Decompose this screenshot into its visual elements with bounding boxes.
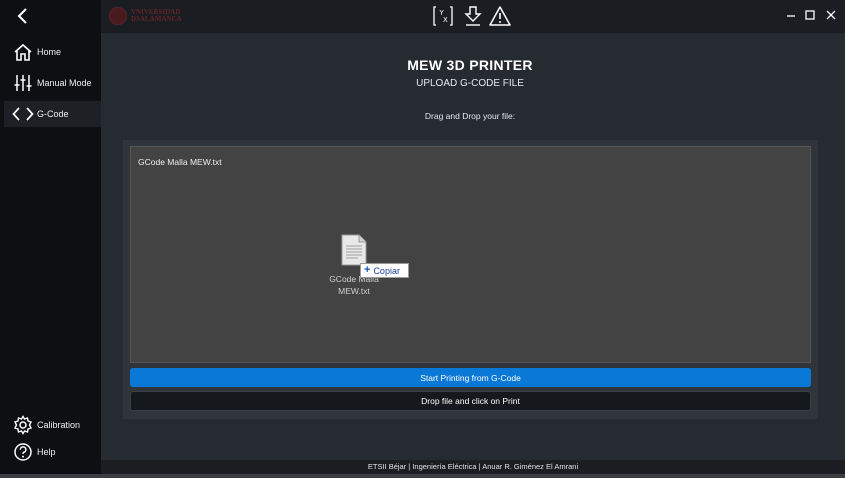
sliders-icon xyxy=(11,73,35,93)
drop-instructions: Drag and Drop your file: xyxy=(424,111,516,121)
copy-tooltip-label: Copiar xyxy=(373,265,400,276)
text-file-icon[interactable] xyxy=(341,234,367,266)
sidebar-item-g-code[interactable]: G-Code xyxy=(4,101,101,127)
sidebar-item-label: Help xyxy=(37,447,56,457)
sidebar-item-help[interactable]: Help xyxy=(4,439,101,465)
download-icon[interactable] xyxy=(462,5,484,27)
sidebar-item-calibration[interactable]: Calibration xyxy=(4,412,101,438)
window-bottom-edge xyxy=(0,474,845,478)
page-subtitle: UPLOAD G-CODE FILE xyxy=(416,78,524,89)
loaded-filename: GCode Malla MEW.txt xyxy=(138,157,222,167)
back-chevron-icon[interactable] xyxy=(13,6,33,26)
minimize-button[interactable] xyxy=(784,8,798,22)
sidebar-item-label: Manual Mode xyxy=(37,78,92,88)
clear-axis-icon[interactable]: Y X xyxy=(432,5,454,27)
plus-icon: + xyxy=(364,264,371,276)
print-status-button[interactable]: Drop file and click on Print xyxy=(130,391,811,411)
page-title: MEW 3D PRINTER xyxy=(407,57,533,73)
code-icon xyxy=(11,104,35,124)
gear-icon xyxy=(11,415,35,435)
main-content: MEW 3D PRINTER UPLOAD G-CODE FILE Drag a… xyxy=(101,33,845,460)
warning-icon[interactable] xyxy=(489,5,511,27)
logo-text-line2: DSALAMANCA xyxy=(131,15,182,23)
sidebar-item-label: G-Code xyxy=(37,109,69,119)
sidebar-item-home[interactable]: Home xyxy=(4,39,101,65)
footer-credits: ETSII Béjar | Ingeniería Eléctrica | Anu… xyxy=(101,460,845,474)
sidebar-item-label: Home xyxy=(37,47,62,57)
close-button[interactable] xyxy=(824,8,838,22)
sidebar-item-manual-mode[interactable]: Manual Mode xyxy=(4,70,101,96)
file-dropzone[interactable]: GCode Malla MEW.txt GCode Malla MEW.txt … xyxy=(130,146,811,363)
svg-text:X: X xyxy=(443,16,448,24)
help-icon xyxy=(11,442,35,462)
university-logo: VNIVERSIDAD DSALAMANCA xyxy=(109,6,182,26)
sidebar-item-label: Calibration xyxy=(37,420,81,430)
start-printing-button[interactable]: Start Printing from G-Code xyxy=(130,368,811,387)
title-bar: VNIVERSIDAD DSALAMANCA Y X xyxy=(101,0,845,33)
maximize-button[interactable] xyxy=(803,8,817,22)
home-icon xyxy=(11,42,35,62)
copy-tooltip: + Copiar xyxy=(360,263,409,278)
crest-icon xyxy=(109,7,127,25)
sidebar: Home Manual Mode G-Code Calibration Help xyxy=(0,0,101,474)
